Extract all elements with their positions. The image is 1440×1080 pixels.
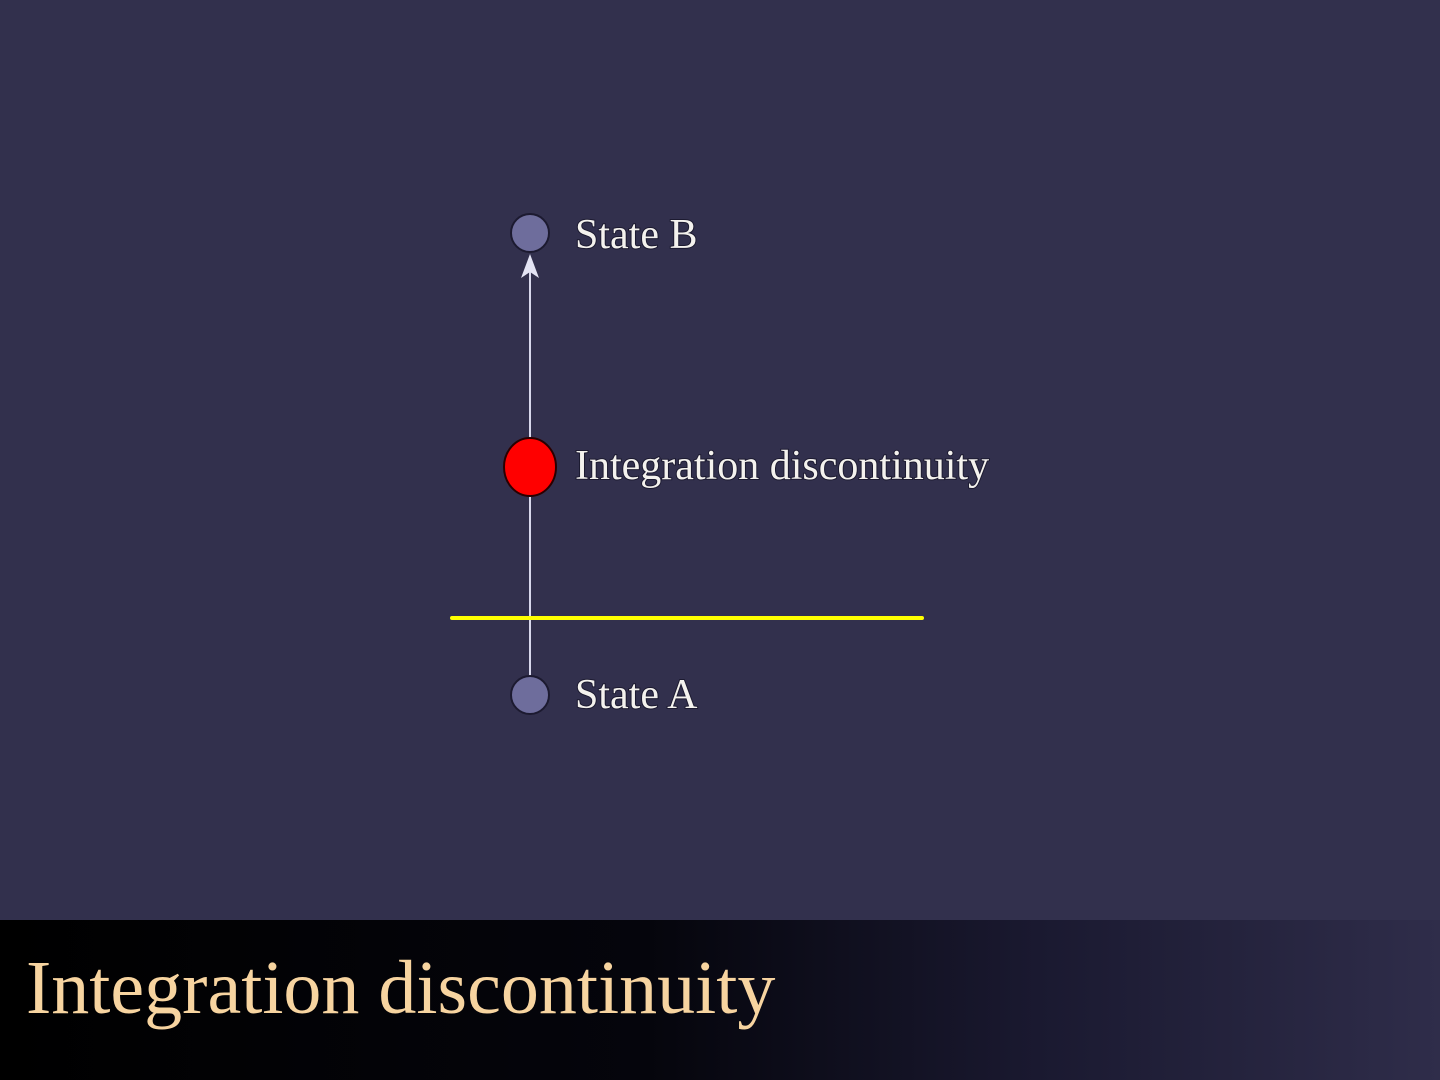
state-transition-diagram: State B Integration discontinuity State … (450, 211, 990, 719)
discontinuity-label: Integration discontinuity (575, 443, 989, 489)
state-b-node (510, 213, 550, 253)
slide-title: Integration discontinuity (26, 946, 776, 1030)
diagram-area: State B Integration discontinuity State … (0, 0, 1440, 920)
state-a-label: State A (575, 672, 698, 718)
discontinuity-node (503, 437, 557, 497)
state-b-label: State B (575, 212, 698, 258)
title-bar: Integration discontinuity (0, 920, 1440, 1080)
state-a-node (510, 675, 550, 715)
